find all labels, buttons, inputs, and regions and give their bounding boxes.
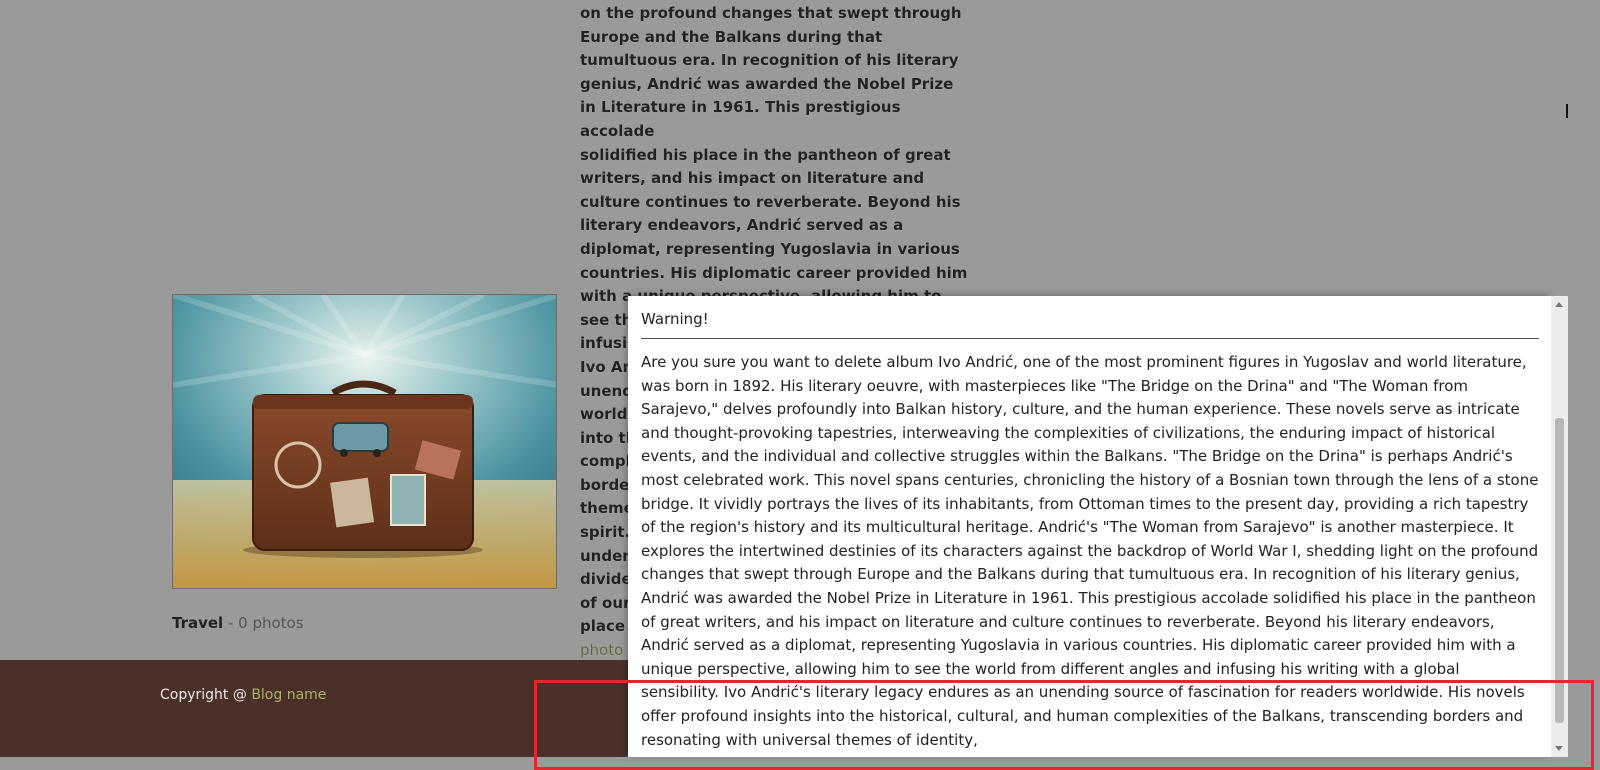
scroll-up-arrow-icon[interactable] [1555,302,1563,307]
article-line: diplomat, representing Yugoslavia in var… [580,239,960,258]
copyright-label: Copyright @ [160,687,252,703]
window-right-edge [1568,0,1600,757]
article-line: countries. His diplomatic career provide… [580,263,968,282]
article-line: tumultuous era. In recognition of his li… [580,51,959,70]
article-line: writers, and his impact on literature an… [580,169,925,188]
modal-body-text: Are you sure you want to delete album Iv… [641,353,1539,749]
article-line: in Literature in 1961. This prestigious … [580,98,901,140]
page-scrollbar[interactable] [1551,296,1568,757]
article-line: Europe and the Balkans during that [580,27,883,46]
article-line: culture continues to reverberate. Beyond… [580,192,961,211]
suitcase-travel-image [173,295,556,588]
album-photo-count: - 0 photos [223,614,304,632]
delete-album-modal: Warning! Are you sure you want to delete… [628,296,1551,757]
text-cursor-icon [1566,104,1568,118]
blog-name-link[interactable]: Blog name [251,687,326,703]
article-line: solidified his place in the pantheon of … [580,145,951,164]
article-line: literary endeavors, Andrić served as a [580,216,904,235]
article-line: genius, Andrić was awarded the Nobel Pri… [580,74,954,93]
album-cover-image[interactable] [172,294,557,589]
album-caption: Travel - 0 photos [172,614,304,632]
modal-title: Warning! [641,310,709,328]
scrollbar-thumb[interactable] [1555,418,1564,723]
article-line: on the profound changes that swept throu… [580,4,962,22]
footer-copyright: Copyright @ Blog name [160,687,326,703]
scroll-down-arrow-icon[interactable] [1555,746,1563,751]
modal-divider [641,338,1539,339]
album-category[interactable]: Travel [172,614,223,632]
